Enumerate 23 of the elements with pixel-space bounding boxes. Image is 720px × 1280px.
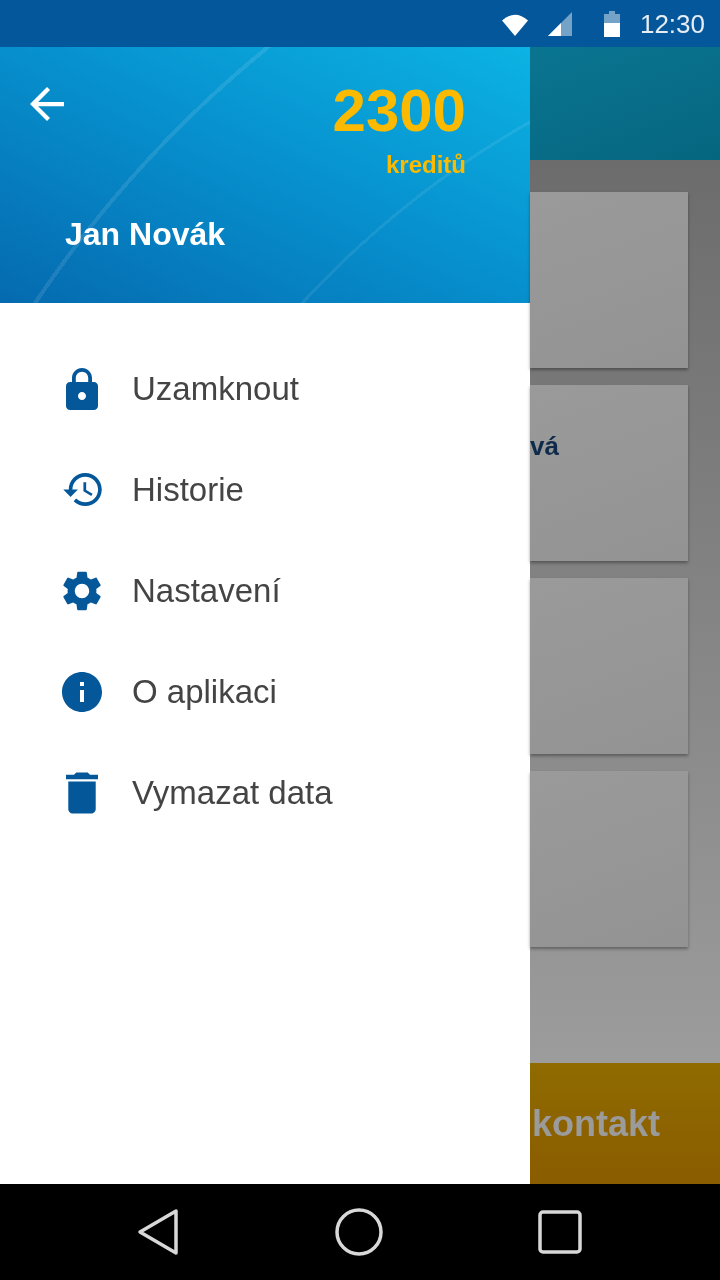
card-text: vá <box>530 431 559 461</box>
history-icon <box>62 473 102 506</box>
settings-icon <box>63 570 101 611</box>
credits-label: kreditů <box>386 153 466 177</box>
status-time: 12:30 <box>639 8 705 39</box>
home-icon[interactable] <box>335 1208 383 1256</box>
back-icon[interactable] <box>136 1208 180 1256</box>
recent-apps-icon[interactable] <box>538 1210 582 1254</box>
menu-item[interactable]: Uzamknout <box>0 338 530 439</box>
wifi-icon <box>501 13 528 36</box>
menu-item[interactable]: Nastavení <box>0 540 530 641</box>
back-button[interactable] <box>30 87 64 121</box>
menu-item[interactable]: Historie <box>0 439 530 540</box>
lock-icon <box>66 367 98 410</box>
menu-item[interactable]: O aplikaci <box>0 641 530 742</box>
back-arrow-icon <box>30 87 64 121</box>
menu-item[interactable]: Vymazat data <box>0 742 530 843</box>
info-icon <box>62 671 102 712</box>
user-name: Jan Novák <box>65 218 226 250</box>
signal-icon <box>547 11 572 36</box>
trash-icon <box>66 771 98 814</box>
battery-icon <box>603 10 620 37</box>
credits-amount: 2300 <box>332 81 466 141</box>
